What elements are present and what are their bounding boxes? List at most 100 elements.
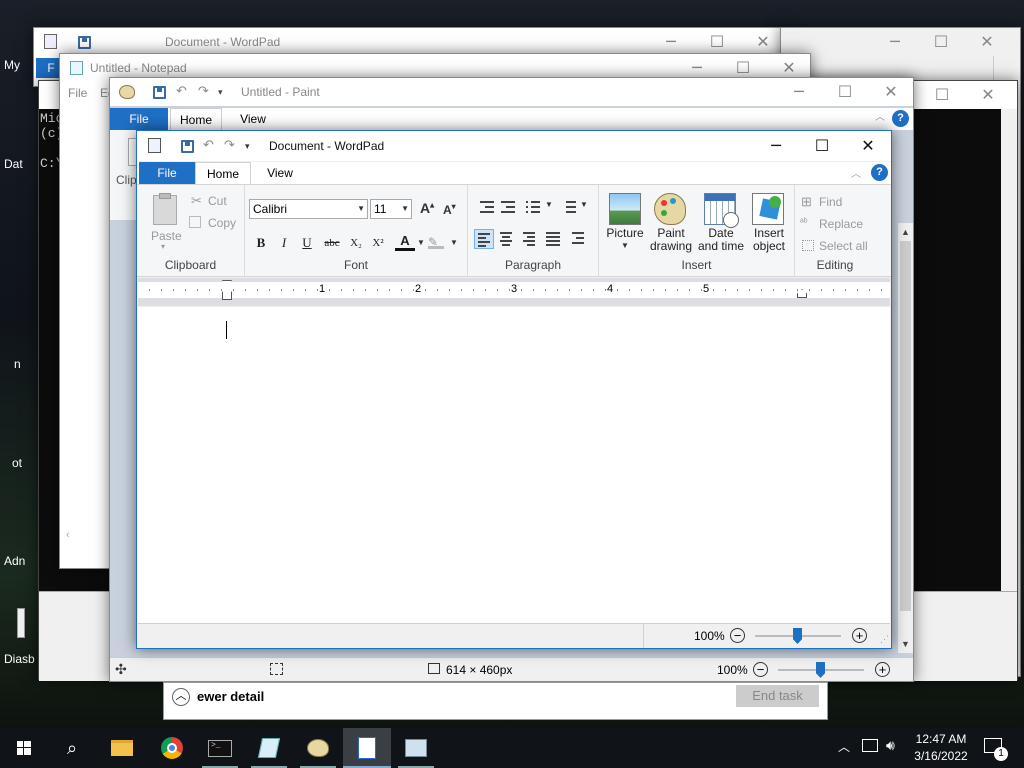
desktop-icon-label[interactable]: Dat [0,157,36,171]
customize-toolbar-icon[interactable]: ▾ [245,141,258,154]
scrollbar[interactable] [1001,109,1017,591]
scroll-left-arrow[interactable]: ‹ [62,529,110,545]
italic-button[interactable]: I [274,233,294,253]
align-center-button[interactable] [497,229,517,249]
tab-file[interactable]: File [110,108,168,130]
chevron-down-icon[interactable]: ▼ [545,200,553,209]
tab-file[interactable]: File [139,162,195,184]
desktop-icon-label[interactable]: Adn [0,554,36,568]
desktop-icon-label[interactable]: My [0,58,36,72]
superscript-button[interactable]: X² [368,233,388,253]
zoom-out-button[interactable]: − [730,628,745,643]
bullet-list-button[interactable] [523,197,543,217]
picture-button-label[interactable]: Picture [603,227,647,240]
zoom-out-button[interactable]: − [753,662,768,677]
wordpad-window[interactable]: ↶ ↷ ▾ Document - WordPad ─ ☐ ✕ File Home… [136,130,892,649]
clock-time[interactable]: 12:47 AM [912,732,970,746]
minimize-button[interactable]: ─ [872,28,918,56]
underline-button[interactable]: U [297,233,317,253]
paste-label[interactable]: Paste [151,229,182,243]
tab-home[interactable]: Home [195,162,251,184]
date-time-button-label[interactable]: Date and time [697,227,745,253]
zoom-slider-thumb[interactable] [816,662,825,678]
resize-grip-icon[interactable]: ⋰ [880,634,889,645]
maximize-button[interactable]: ☐ [694,28,740,56]
undo-icon[interactable]: ↶ [203,137,216,152]
zoom-in-button[interactable]: + [875,662,890,677]
font-size-select[interactable]: 11 ▼ [370,199,412,219]
zoom-slider-thumb[interactable] [793,628,802,644]
ruler[interactable]: 1 2 3 4 5 [138,278,890,306]
close-button[interactable]: ✕ [845,131,891,161]
paint-taskbar-icon[interactable] [294,728,342,768]
chrome-icon[interactable] [148,728,196,768]
file-explorer-icon[interactable] [98,728,146,768]
find-button[interactable]: Find [819,195,842,209]
justify-button[interactable] [543,229,563,249]
start-button[interactable] [0,728,48,768]
paint-drawing-icon[interactable] [654,193,686,225]
save-icon[interactable] [181,140,194,153]
end-task-button[interactable]: End task [736,685,819,707]
desktop-icon-label[interactable]: ot [0,456,36,470]
chevron-down-icon[interactable]: ▼ [450,238,458,247]
chevron-up-icon[interactable]: ︿ [838,738,850,755]
paste-dropdown-icon[interactable]: ▾ [161,242,165,251]
redo-icon[interactable]: ↷ [224,137,237,152]
highlight-icon[interactable]: ✎ [428,235,444,249]
chevron-down-icon[interactable]: ▼ [621,241,629,250]
network-icon[interactable] [862,739,878,752]
align-left-button[interactable] [474,229,494,249]
chevron-down-icon[interactable]: ▼ [417,238,425,247]
scroll-down-arrow[interactable]: ▼ [901,639,910,649]
volume-icon[interactable]: 🔊︎ [886,737,895,754]
menu-item-file[interactable]: File [68,86,87,100]
maximize-button[interactable]: ☐ [822,78,868,106]
save-icon[interactable] [78,36,91,49]
command-prompt-taskbar-icon[interactable]: >_ [196,728,244,768]
undo-icon[interactable]: ↶ [176,83,189,98]
collapse-ribbon-icon[interactable]: ︿ [875,108,885,123]
strikethrough-button[interactable]: abc [320,233,344,253]
paint-drawing-button-label[interactable]: Paint drawing [647,227,695,253]
maximize-button[interactable]: ☐ [918,28,964,56]
close-button[interactable]: ✕ [965,81,1011,109]
close-button[interactable]: ✕ [868,78,914,106]
help-icon[interactable]: ? [892,110,909,127]
desktop-icon-label[interactable]: n [0,357,36,371]
tab-home[interactable]: Home [170,108,222,130]
title-bar[interactable]: Document - WordPad ─ ☐ ✕ [34,28,787,56]
paragraph-dialog-button[interactable] [569,229,589,249]
tab-view[interactable]: View [228,108,278,130]
help-icon[interactable]: ? [871,164,888,181]
chevron-down-icon[interactable]: ▼ [580,200,588,209]
save-icon[interactable] [153,86,166,99]
scrollbar-vertical[interactable]: ▲ ▼ [898,223,913,653]
task-manager-taskbar-icon[interactable] [392,728,440,768]
fewer-details-link[interactable]: ewer detail [197,689,264,704]
font-color-button[interactable]: A [395,233,415,251]
chevron-up-icon[interactable]: ︿ [172,688,190,706]
minimize-button[interactable]: ─ [776,78,822,106]
select-all-button[interactable]: Select all [819,239,868,253]
paste-button[interactable] [151,193,179,227]
wordpad-taskbar-icon[interactable] [343,728,391,768]
customize-toolbar-icon[interactable]: ▾ [218,87,231,100]
calendar-clock-icon[interactable] [704,193,739,228]
minimize-button[interactable]: ─ [753,131,799,161]
title-bar[interactable]: ↶ ↷ ▾ Untitled - Paint ─ ☐ ✕ [110,78,913,106]
close-button[interactable]: ✕ [964,28,1010,56]
title-bar[interactable]: ↶ ↷ ▾ Document - WordPad ─ ☐ ✕ [137,131,891,161]
insert-object-button-label[interactable]: Insert object [747,227,791,253]
document-editor[interactable] [138,307,890,623]
minimize-button[interactable]: ─ [648,28,694,56]
cut-button[interactable]: Cut [208,194,227,208]
grow-font-button[interactable]: A▴ [420,200,434,216]
search-icon[interactable]: ⌕ [48,728,96,768]
copy-button[interactable]: Copy [208,216,236,230]
subscript-button[interactable]: X₂ [346,233,366,253]
scrollbar-thumb[interactable] [900,241,911,611]
insert-object-icon[interactable] [752,193,784,225]
redo-icon[interactable]: ↷ [198,83,211,98]
tab-view[interactable]: View [253,162,307,184]
